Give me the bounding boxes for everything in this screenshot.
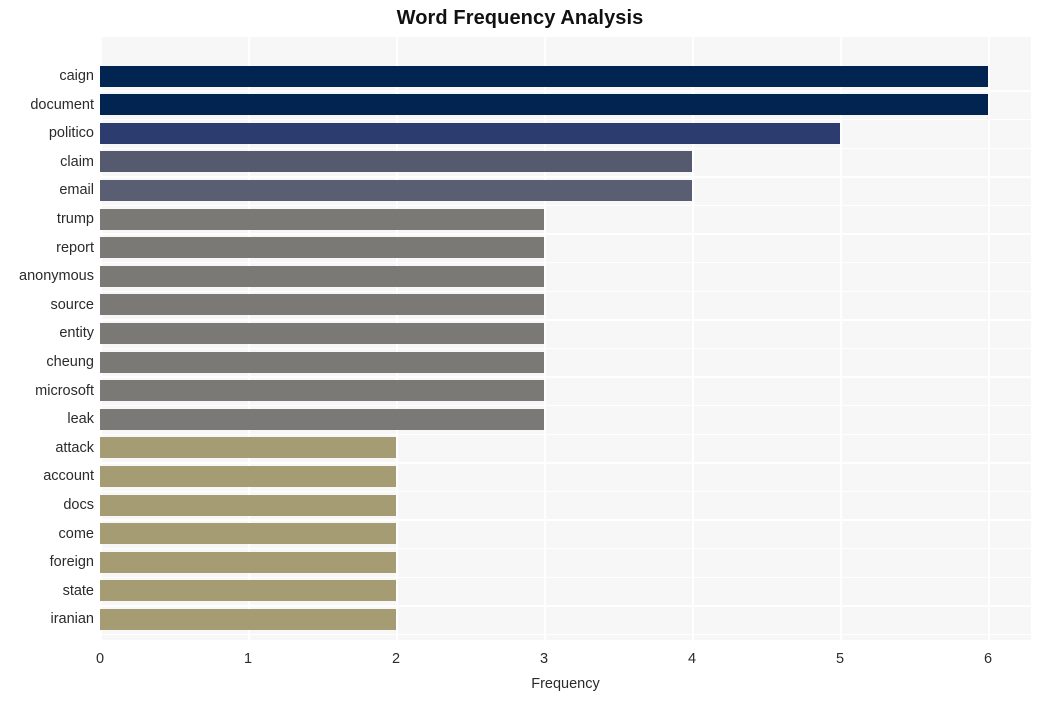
y-gridline (100, 233, 1031, 235)
y-axis-tick-label: docs (63, 497, 94, 513)
bar (100, 237, 544, 259)
bar (100, 151, 692, 173)
bar (100, 65, 988, 87)
x-gridline (840, 37, 842, 640)
y-gridline (100, 547, 1031, 550)
y-axis-tick-label: document (30, 96, 94, 113)
y-gridline (100, 633, 1031, 636)
x-axis-tick-label: 3 (539, 651, 549, 667)
y-gridline (100, 347, 1031, 350)
y-axis-tick-label: cheung (46, 354, 94, 370)
y-axis-tick-label: source (50, 296, 94, 313)
y-axis-labels: caign document politico claim email trump repo… (0, 37, 94, 640)
y-axis-tick-label: email (59, 182, 94, 199)
y-gridline (100, 519, 1031, 521)
x-axis-tick-label: 2 (391, 651, 401, 667)
x-axis-tick-label: 0 (95, 651, 105, 667)
x-axis-tick-label: 1 (243, 651, 253, 667)
word-frequency-chart: Word Frequency Analysis caign document pol… (0, 0, 1040, 701)
y-axis-tick-label: claim (60, 153, 94, 170)
x-axis-tick-labels: 0 1 2 3 4 5 6 (0, 652, 1040, 674)
bar (100, 351, 544, 373)
y-gridline (100, 90, 1031, 92)
y-axis-tick-label: caign (59, 68, 94, 84)
y-axis-tick-label: foreign (49, 554, 94, 571)
x-axis-tick-label: 4 (687, 651, 697, 667)
bar (100, 179, 692, 201)
bar (100, 494, 396, 516)
bar (100, 580, 396, 602)
y-gridline (100, 576, 1031, 578)
y-gridline (100, 490, 1031, 493)
bar (100, 437, 396, 459)
bar (100, 94, 988, 116)
y-gridline (100, 176, 1031, 178)
bar (100, 208, 544, 230)
bar (100, 523, 396, 545)
x-gridline (988, 37, 990, 640)
y-gridline (100, 376, 1031, 378)
y-gridline (100, 404, 1031, 407)
y-axis-tick-label: trump (56, 211, 94, 227)
y-axis-tick-label: state (62, 582, 94, 599)
bar (100, 408, 544, 430)
y-axis-tick-label: politico (48, 125, 94, 142)
y-gridline (100, 118, 1031, 121)
bar (100, 122, 840, 144)
bar (100, 380, 544, 402)
y-axis-tick-label: account (43, 468, 94, 485)
y-axis-tick-label: iranian (50, 611, 94, 628)
bar (100, 608, 396, 630)
x-axis-tick-label: 5 (835, 651, 845, 667)
bar (100, 265, 544, 287)
bar (100, 294, 544, 316)
y-gridline (100, 261, 1031, 264)
y-gridline (100, 605, 1031, 607)
y-axis-tick-label: leak (67, 411, 94, 428)
y-gridline (100, 433, 1031, 435)
y-axis-tick-label: come (58, 525, 94, 542)
bar (100, 551, 396, 573)
chart-title: Word Frequency Analysis (396, 7, 644, 29)
y-axis-tick-label: report (56, 239, 94, 256)
y-gridline (100, 147, 1031, 149)
y-axis-tick-label: entity (59, 325, 94, 342)
y-gridline (100, 204, 1031, 207)
y-gridline (100, 462, 1031, 464)
plot-area (100, 37, 1031, 640)
y-axis-tick-label: attack (55, 439, 94, 456)
x-axis-tick-label: 6 (983, 651, 993, 667)
bar (100, 465, 396, 487)
y-gridline (100, 319, 1031, 321)
y-axis-tick-label: anonymous (19, 268, 94, 285)
y-axis-tick-label: microsoft (35, 382, 94, 399)
x-axis-title: Frequency (531, 676, 600, 692)
bar (100, 322, 544, 344)
y-gridline (100, 290, 1031, 292)
